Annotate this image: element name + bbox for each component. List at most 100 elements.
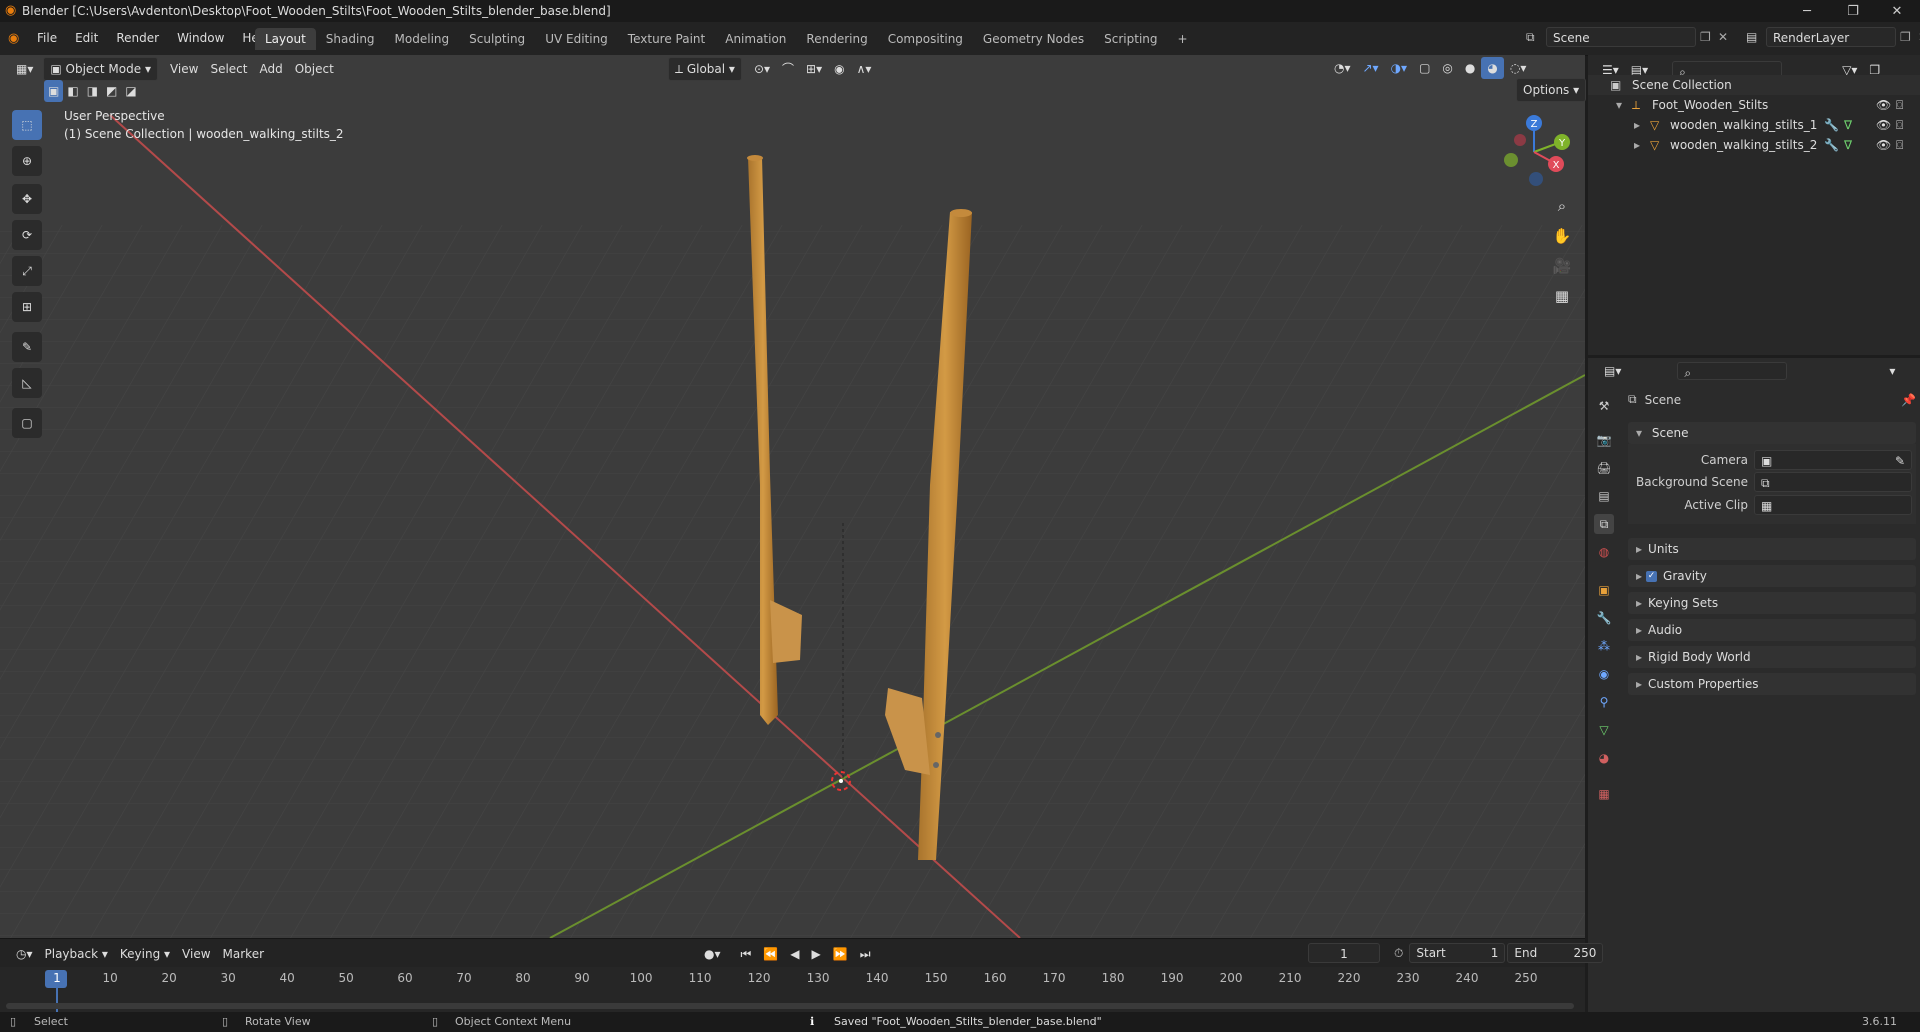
tab-compositing[interactable]: Compositing — [878, 28, 973, 50]
tab-uv-editing[interactable]: UV Editing — [535, 28, 618, 50]
outliner-row-collection[interactable]: ▾ ⟂ Foot_Wooden_Stilts 👁 ⌼ — [1588, 95, 1920, 115]
scene-remove-icon[interactable]: ✕ — [1718, 30, 1736, 44]
material-shading-icon[interactable]: ◕ — [1481, 57, 1504, 79]
menu-view[interactable]: View — [164, 58, 204, 80]
camera-field[interactable]: ▣ ✎ — [1754, 450, 1912, 470]
jump-end-icon[interactable]: ⏭ — [854, 943, 877, 965]
view-layer-tab-icon[interactable]: ▤ — [1594, 486, 1614, 506]
play-reverse-icon[interactable]: ◀ — [784, 943, 805, 965]
panel-header-keying-sets[interactable]: ▸ Keying Sets — [1628, 592, 1916, 614]
end-frame-field[interactable]: End 250 — [1507, 943, 1604, 963]
camera-render-icon[interactable]: ⌼ — [1896, 135, 1903, 155]
transform-orientation-selector[interactable]: ⟂ Global ▾ — [668, 57, 742, 81]
chevron-down-icon[interactable]: ▾ — [1616, 95, 1622, 115]
tab-scripting[interactable]: Scripting — [1094, 28, 1167, 50]
tab-layout[interactable]: Layout — [255, 28, 316, 50]
panel-header-gravity[interactable]: ▸ ✓ Gravity — [1628, 565, 1916, 587]
timeline-marker-menu[interactable]: Marker — [217, 943, 270, 965]
texture-tab-icon[interactable]: ▦ — [1594, 784, 1614, 804]
material-tab-icon[interactable]: ◕ — [1594, 748, 1614, 768]
jump-keyframe-forward-icon[interactable]: ⏩ — [827, 943, 854, 965]
pin-icon[interactable]: 📌 — [1901, 393, 1916, 407]
chevron-right-icon[interactable]: ▸ — [1634, 115, 1640, 135]
cursor-tool[interactable]: ⊕ — [12, 146, 42, 176]
select-subtract-icon[interactable]: ◨ — [83, 80, 102, 102]
solid-shading-icon[interactable]: ● — [1459, 57, 1481, 79]
play-icon[interactable]: ▶ — [806, 943, 827, 965]
falloff-icon[interactable]: ∧▾ — [851, 58, 878, 80]
camera-render-icon[interactable]: ⌼ — [1896, 95, 1903, 115]
tab-geometry-nodes[interactable]: Geometry Nodes — [973, 28, 1094, 50]
tab-shading[interactable]: Shading — [316, 28, 385, 50]
camera-view-icon[interactable]: 🎥 — [1548, 252, 1576, 280]
rotate-tool[interactable]: ⟳ — [12, 220, 42, 250]
timeline-keying-menu[interactable]: Keying ▾ — [114, 943, 176, 965]
eye-icon[interactable]: 👁 — [1876, 115, 1891, 135]
zoom-icon[interactable]: ⌕ — [1548, 192, 1576, 220]
tab-modeling[interactable]: Modeling — [385, 28, 460, 50]
navigation-gizmo[interactable]: Z Y X — [1494, 112, 1574, 192]
menu-window[interactable]: Window — [168, 27, 233, 49]
timeline-scrollbar[interactable] — [6, 1003, 1574, 1009]
eye-icon[interactable]: 👁 — [1876, 135, 1891, 155]
timeline-editor-type-icon[interactable]: ◷▾ — [10, 943, 39, 965]
properties-search-input[interactable]: ⌕ — [1677, 362, 1788, 380]
move-tool[interactable]: ✥ — [12, 184, 42, 214]
proportional-edit-icon[interactable]: ◉ — [828, 58, 850, 80]
gizmo-toggle-icon[interactable]: ↗▾ — [1357, 57, 1385, 79]
properties-editor-type-icon[interactable]: ▤▾ — [1598, 360, 1627, 382]
annotate-tool[interactable]: ✎ — [12, 332, 42, 362]
scene-icon[interactable]: ⧉ — [1526, 30, 1546, 45]
eyedropper-icon[interactable]: ✎ — [1895, 451, 1905, 471]
add-cube-tool[interactable]: ▢ — [12, 408, 42, 438]
jump-keyframe-back-icon[interactable]: ⏪ — [757, 943, 784, 965]
menu-render[interactable]: Render — [107, 27, 168, 49]
wireframe-shading-icon[interactable]: ◎ — [1436, 57, 1458, 79]
mode-selector[interactable]: ▣ Object Mode ▾ — [43, 57, 158, 81]
scene-new-icon[interactable]: ❐ — [1700, 30, 1718, 44]
menu-edit[interactable]: Edit — [66, 27, 107, 49]
record-icon[interactable]: ●▾ — [698, 943, 727, 965]
modifier-tab-icon[interactable]: 🔧 — [1594, 608, 1614, 628]
panel-header-audio[interactable]: ▸ Audio — [1628, 619, 1916, 641]
snap-target-icon[interactable]: ⊞▾ — [800, 58, 828, 80]
particles-tab-icon[interactable]: ⁂ — [1594, 636, 1614, 656]
gravity-checkbox[interactable]: ✓ — [1646, 571, 1658, 582]
tab-animation[interactable]: Animation — [715, 28, 796, 50]
tool-tab-icon[interactable]: ⚒ — [1594, 396, 1614, 416]
select-box-tool[interactable]: ⬚ — [12, 110, 42, 140]
eye-icon[interactable]: 👁 — [1876, 95, 1891, 115]
active-clip-field[interactable]: ▦ — [1754, 495, 1912, 515]
select-invert-icon[interactable]: ◩ — [102, 80, 121, 102]
outliner-row-object[interactable]: ▸ ▽ wooden_walking_stilts_1 🔧 ∇ 👁 ⌼ — [1588, 115, 1920, 135]
renderlayer-selector[interactable]: RenderLayer — [1766, 27, 1896, 47]
perspective-toggle-icon[interactable]: ▦ — [1548, 282, 1576, 310]
select-new-icon[interactable]: ▣ — [44, 80, 64, 102]
menu-file[interactable]: File — [28, 27, 66, 49]
outliner-row-object[interactable]: ▸ ▽ wooden_walking_stilts_2 🔧 ∇ 👁 ⌼ — [1588, 135, 1920, 155]
maximize-button[interactable]: ❐ — [1830, 0, 1876, 22]
3d-viewport[interactable] — [0, 55, 1585, 938]
panel-header-scene[interactable]: ▾ Scene — [1628, 422, 1916, 444]
add-workspace-button[interactable]: + — [1168, 28, 1198, 50]
panel-header-custom-properties[interactable]: ▸ Custom Properties — [1628, 673, 1916, 695]
measure-tool[interactable]: ◺ — [12, 368, 42, 398]
constraints-tab-icon[interactable]: ⚲ — [1594, 692, 1614, 712]
renderlayer-new-icon[interactable]: ❐ — [1900, 30, 1918, 44]
physics-tab-icon[interactable]: ◉ — [1594, 664, 1614, 684]
tab-sculpting[interactable]: Sculpting — [459, 28, 535, 50]
jump-start-icon[interactable]: ⏮ — [735, 943, 758, 965]
tab-texture-paint[interactable]: Texture Paint — [618, 28, 715, 50]
object-tab-icon[interactable]: ▣ — [1594, 580, 1614, 600]
timeline-playback-menu[interactable]: Playback ▾ — [39, 943, 114, 965]
outliner-row-scene-collection[interactable]: ▣ Scene Collection — [1588, 75, 1920, 95]
data-tab-icon[interactable]: ▽ — [1594, 720, 1614, 740]
renderlayer-icon[interactable]: ▤ — [1746, 30, 1766, 44]
stopwatch-icon[interactable]: ⏱ — [1394, 946, 1403, 961]
current-frame-field[interactable]: 1 — [1308, 943, 1380, 963]
scene-tab-icon[interactable]: ⧉ — [1594, 514, 1614, 534]
editor-type-icon[interactable]: ▦▾ — [10, 58, 39, 80]
world-tab-icon[interactable]: ◍ — [1594, 542, 1614, 562]
panel-header-units[interactable]: ▸ Units — [1628, 538, 1916, 560]
select-intersect-icon[interactable]: ◪ — [121, 80, 140, 102]
